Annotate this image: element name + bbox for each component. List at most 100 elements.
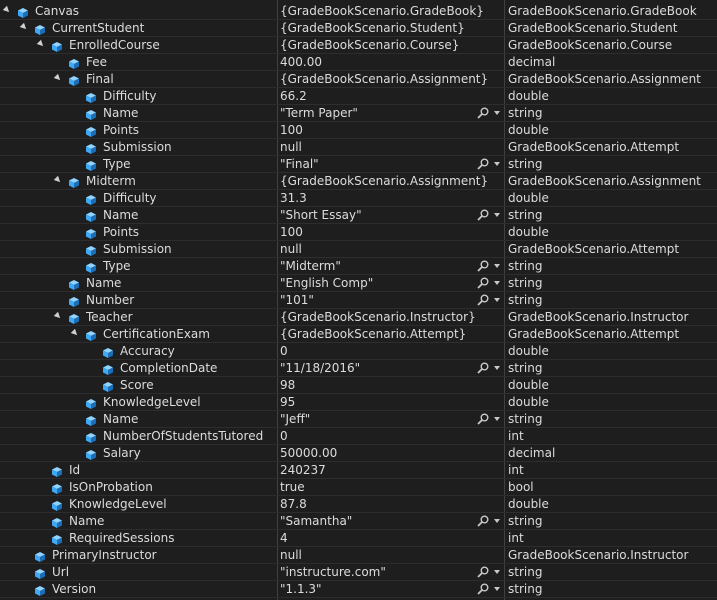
watch-row[interactable]: Version "1.1.3" string (0, 581, 717, 598)
watch-row[interactable]: Points 100 double (0, 224, 717, 241)
row-value[interactable]: 400.00 (280, 54, 502, 70)
watch-row[interactable]: Teacher {GradeBookScenario.Instructor} Gra… (0, 309, 717, 326)
chevron-down-icon[interactable] (494, 281, 500, 285)
expand-toggle-icon[interactable] (19, 22, 29, 32)
expand-toggle-icon[interactable] (53, 175, 63, 185)
row-value[interactable]: "101" (280, 292, 502, 308)
watch-row[interactable]: Url "instructure.com" string (0, 564, 717, 581)
row-value[interactable]: 31.3 (280, 190, 502, 206)
row-value[interactable]: {GradeBookScenario.Assignment} (280, 71, 502, 87)
row-value[interactable]: {GradeBookScenario.Instructor} (280, 309, 502, 325)
row-value[interactable]: true (280, 479, 502, 495)
chevron-down-icon[interactable] (494, 519, 500, 523)
chevron-down-icon[interactable] (494, 570, 500, 574)
row-value[interactable]: {GradeBookScenario.Assignment} (280, 173, 502, 189)
row-value[interactable]: 240237 (280, 462, 502, 478)
row-value[interactable]: null (280, 241, 502, 257)
watch-row[interactable]: RequiredSessions 4 int (0, 530, 717, 547)
expand-toggle-icon[interactable] (53, 73, 63, 83)
watch-row[interactable]: Midterm {GradeBookScenario.Assignment} Gra… (0, 173, 717, 190)
watch-row[interactable]: Difficulty 66.2 double (0, 88, 717, 105)
watch-row[interactable]: Final {GradeBookScenario.Assignment} Grade… (0, 71, 717, 88)
chevron-down-icon[interactable] (494, 587, 500, 591)
row-value[interactable]: {GradeBookScenario.GradeBook} (280, 3, 502, 19)
watch-row[interactable]: Submission null GradeBookScenario.Attempt (0, 139, 717, 156)
magnifier-icon[interactable] (477, 583, 495, 595)
row-type: double (508, 123, 549, 137)
expand-toggle-icon[interactable] (70, 328, 80, 338)
magnifier-icon[interactable] (477, 209, 495, 221)
row-value[interactable]: "Term Paper" (280, 105, 502, 121)
watch-row[interactable]: Accuracy 0 double (0, 343, 717, 360)
watch-row[interactable]: Canvas {GradeBookScenario.GradeBook} Grade… (0, 3, 717, 20)
watch-row[interactable]: Points 100 double (0, 122, 717, 139)
watch-row[interactable]: Name "Samantha" string (0, 513, 717, 530)
watch-row[interactable]: EnrolledCourse {GradeBookScenario.Course}… (0, 37, 717, 54)
row-value[interactable]: "11/18/2016" (280, 360, 502, 376)
watch-row[interactable]: Name "Short Essay" string (0, 207, 717, 224)
watch-row[interactable]: Number "101" string (0, 292, 717, 309)
watch-row[interactable]: Submission null GradeBookScenario.Attempt (0, 241, 717, 258)
row-value[interactable]: "1.1.3" (280, 581, 502, 597)
chevron-down-icon[interactable] (494, 264, 500, 268)
row-value[interactable]: "Jeff" (280, 411, 502, 427)
row-value[interactable]: {GradeBookScenario.Course} (280, 37, 502, 53)
chevron-down-icon[interactable] (494, 417, 500, 421)
watch-row[interactable]: Name "Term Paper" string (0, 105, 717, 122)
row-value[interactable]: 0 (280, 428, 502, 444)
row-value[interactable]: "English Comp" (280, 275, 502, 291)
watch-row[interactable]: Fee 400.00 decimal (0, 54, 717, 71)
watch-row[interactable]: IsOnProbation true bool (0, 479, 717, 496)
magnifier-icon[interactable] (477, 515, 495, 527)
row-value[interactable]: 50000.00 (280, 445, 502, 461)
watch-row[interactable]: Salary 50000.00 decimal (0, 445, 717, 462)
watch-row[interactable]: NumberOfStudentsTutored 0 int (0, 428, 717, 445)
watch-row[interactable]: PrimaryInstructor null GradeBookScenario.I… (0, 547, 717, 564)
watch-row[interactable]: CompletionDate "11/18/2016" string (0, 360, 717, 377)
watch-row[interactable]: Name "Jeff" string (0, 411, 717, 428)
magnifier-icon[interactable] (477, 362, 495, 374)
chevron-down-icon[interactable] (494, 162, 500, 166)
row-value[interactable]: 0 (280, 343, 502, 359)
row-value[interactable]: "Samantha" (280, 513, 502, 529)
watch-row[interactable]: CurrentStudent {GradeBookScenario.Student… (0, 20, 717, 37)
row-value[interactable]: "Midterm" (280, 258, 502, 274)
watch-row[interactable]: Type "Midterm" string (0, 258, 717, 275)
expand-toggle-icon[interactable] (36, 39, 46, 49)
row-value[interactable]: "Final" (280, 156, 502, 172)
expand-toggle-icon[interactable] (2, 5, 12, 15)
magnifier-icon[interactable] (477, 277, 495, 289)
chevron-down-icon[interactable] (494, 111, 500, 115)
row-value[interactable]: 98 (280, 377, 502, 393)
chevron-down-icon[interactable] (494, 298, 500, 302)
watch-row[interactable]: Type "Final" string (0, 156, 717, 173)
watch-row[interactable]: CertificationExam {GradeBookScenario.Atte… (0, 326, 717, 343)
row-value[interactable]: "instructure.com" (280, 564, 502, 580)
magnifier-icon[interactable] (477, 566, 495, 578)
row-value[interactable]: 100 (280, 122, 502, 138)
chevron-down-icon[interactable] (494, 213, 500, 217)
magnifier-icon[interactable] (477, 294, 495, 306)
watch-row[interactable]: Difficulty 31.3 double (0, 190, 717, 207)
expand-toggle-icon[interactable] (53, 311, 63, 321)
watch-row[interactable]: Name "English Comp" string (0, 275, 717, 292)
chevron-down-icon[interactable] (494, 366, 500, 370)
watch-row[interactable]: Score 98 double (0, 377, 717, 394)
row-value[interactable]: {GradeBookScenario.Attempt} (280, 326, 502, 342)
row-value[interactable]: {GradeBookScenario.Student} (280, 20, 502, 36)
row-value[interactable]: 66.2 (280, 88, 502, 104)
magnifier-icon[interactable] (477, 158, 495, 170)
magnifier-icon[interactable] (477, 107, 495, 119)
row-value[interactable]: 95 (280, 394, 502, 410)
magnifier-icon[interactable] (477, 260, 495, 272)
row-value[interactable]: null (280, 547, 502, 563)
row-value[interactable]: 4 (280, 530, 502, 546)
watch-row[interactable]: Id 240237 int (0, 462, 717, 479)
watch-row[interactable]: KnowledgeLevel 95 double (0, 394, 717, 411)
row-value[interactable]: null (280, 139, 502, 155)
row-value[interactable]: 100 (280, 224, 502, 240)
row-value[interactable]: "Short Essay" (280, 207, 502, 223)
row-value[interactable]: 87.8 (280, 496, 502, 512)
magnifier-icon[interactable] (477, 413, 495, 425)
watch-row[interactable]: KnowledgeLevel 87.8 double (0, 496, 717, 513)
